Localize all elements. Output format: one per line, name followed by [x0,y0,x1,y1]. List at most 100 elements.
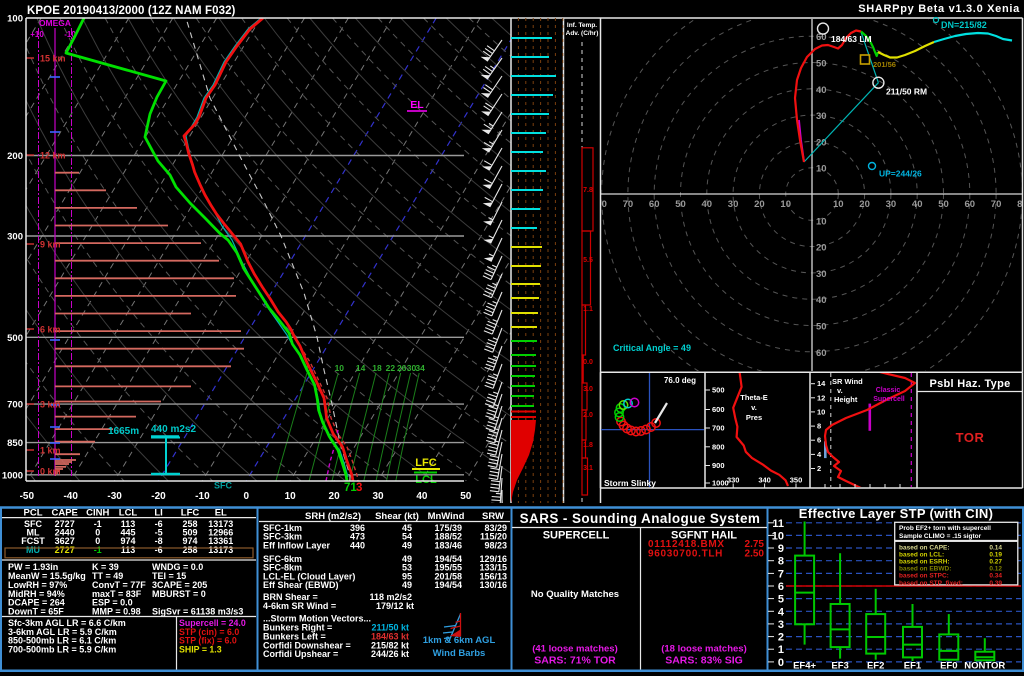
svg-text:LCL: LCL [415,474,437,486]
svg-text:40: 40 [816,85,827,96]
svg-text:SHARPpy Beta v1.3.0 Xenia: SHARPpy Beta v1.3.0 Xenia [858,3,1020,15]
svg-text:(18 loose matches): (18 loose matches) [661,644,747,655]
svg-text:98/23: 98/23 [484,540,507,550]
svg-text:DN=215/82: DN=215/82 [941,20,987,30]
svg-text:KPOE 20190413/2000 (12Z NA: KPOE 20190413/2000 (12Z NAM F032) [27,5,236,17]
svg-text:6: 6 [817,436,821,445]
svg-text:12: 12 [817,393,825,402]
svg-text:3: 3 [356,482,362,494]
svg-text:MnWind: MnWind [428,511,465,522]
svg-text:13173: 13173 [208,545,233,555]
svg-text:12 km: 12 km [40,151,66,161]
svg-text:EF0: EF0 [940,661,957,672]
svg-text:4-6km SR Wind =: 4-6km SR Wind = [263,601,336,611]
svg-text:-20: -20 [151,491,166,502]
svg-text:5.5: 5.5 [583,257,593,264]
svg-text:1.8: 1.8 [583,442,593,449]
svg-text:40: 40 [912,199,923,210]
svg-text:200: 200 [7,151,23,162]
svg-text:SARS: 71% TOR: SARS: 71% TOR [534,655,616,667]
svg-text:201/56: 201/56 [873,60,896,69]
svg-text:3.0: 3.0 [583,386,593,393]
svg-text:8: 8 [817,422,821,431]
svg-text:50: 50 [816,322,827,333]
svg-text:10: 10 [833,199,844,210]
svg-text:244/26 kt: 244/26 kt [371,649,409,659]
svg-text:SUPERCELL: SUPERCELL [543,530,610,542]
svg-text:6 km: 6 km [40,325,61,335]
svg-text:60: 60 [649,199,660,210]
svg-text:6: 6 [778,581,784,593]
svg-text:340: 340 [758,476,771,485]
svg-text:50: 50 [938,199,949,210]
svg-text:Psbl Haz. Type: Psbl Haz. Type [929,378,1010,390]
svg-text:MBURST = 0: MBURST = 0 [152,589,206,599]
svg-text:Eff Inflow Layer: Eff Inflow Layer [263,540,331,550]
svg-text:Eff Shear (EBWD): Eff Shear (EBWD) [263,580,339,590]
svg-text:-6: -6 [155,545,163,555]
svg-text:Storm Slinky: Storm Slinky [604,478,656,488]
svg-text:0.27: 0.27 [989,559,1002,566]
svg-text:0.14: 0.14 [989,545,1002,552]
svg-text:34: 34 [415,363,425,373]
svg-text:2727: 2727 [55,545,75,555]
svg-text:1.1: 1.1 [583,306,593,313]
svg-text:EF2: EF2 [867,661,884,672]
svg-text:2.0: 2.0 [583,412,593,419]
svg-text:0.39: 0.39 [989,580,1002,587]
svg-text:v.: v. [837,386,843,395]
svg-text:0.19: 0.19 [989,552,1002,559]
svg-text:2.50: 2.50 [745,549,765,560]
svg-text:Theta-E: Theta-E [740,393,768,402]
svg-text:50: 50 [460,491,472,502]
svg-text:211/50 RM: 211/50 RM [886,87,927,97]
svg-text:EF4+: EF4+ [793,661,816,672]
svg-text:based on ESRH:: based on ESRH: [899,559,950,566]
svg-text:SFC: SFC [214,481,233,491]
svg-text:Prob EF2+ torn with supercell: Prob EF2+ torn with supercell [899,525,991,532]
svg-text:8: 8 [778,556,784,568]
svg-text:50: 50 [675,199,686,210]
svg-text:700: 700 [7,400,23,411]
svg-text:v.: v. [751,403,757,412]
svg-text:4: 4 [778,606,785,618]
svg-text:EF1: EF1 [904,661,922,672]
svg-text:14: 14 [817,379,826,388]
svg-text:49: 49 [402,580,412,590]
svg-text:10: 10 [780,199,791,210]
svg-text:40: 40 [416,491,428,502]
svg-text:20: 20 [859,199,870,210]
svg-text:based on CAPE:: based on CAPE: [899,545,950,552]
svg-text:1665m: 1665m [108,426,139,437]
svg-text:-30: -30 [107,491,122,502]
svg-text:440 m2s2: 440 m2s2 [151,424,196,435]
svg-text:70: 70 [991,199,1002,210]
svg-text:9: 9 [778,543,784,555]
svg-text:TOR: TOR [956,430,985,445]
svg-text:10: 10 [285,491,297,502]
svg-text:10: 10 [772,530,784,542]
svg-text:130/16: 130/16 [479,580,507,590]
svg-text:Height: Height [834,395,858,404]
svg-text:14: 14 [356,363,366,373]
svg-text:11: 11 [772,518,784,530]
svg-text:2: 2 [817,464,821,473]
svg-text:183/46: 183/46 [434,540,462,550]
svg-text:30: 30 [816,269,827,280]
svg-text:Inf. Temp.: Inf. Temp. [567,22,597,29]
svg-text:7: 7 [778,568,784,580]
svg-text:184/63 LM: 184/63 LM [831,34,872,44]
svg-text:MU: MU [26,545,40,555]
svg-text:0.12: 0.12 [989,566,1002,573]
svg-text:Pres: Pres [746,413,762,422]
svg-text:EL: EL [410,99,424,111]
svg-text:-40: -40 [63,491,78,502]
svg-text:800: 800 [712,442,725,451]
svg-text:18: 18 [372,363,382,373]
svg-text:30: 30 [886,199,897,210]
svg-text:900: 900 [712,461,725,470]
svg-text:SARS: 83% SIG: SARS: 83% SIG [665,655,743,667]
svg-text:76.0 deg: 76.0 deg [664,376,696,385]
svg-text:40: 40 [816,295,827,306]
svg-text:60: 60 [965,199,976,210]
